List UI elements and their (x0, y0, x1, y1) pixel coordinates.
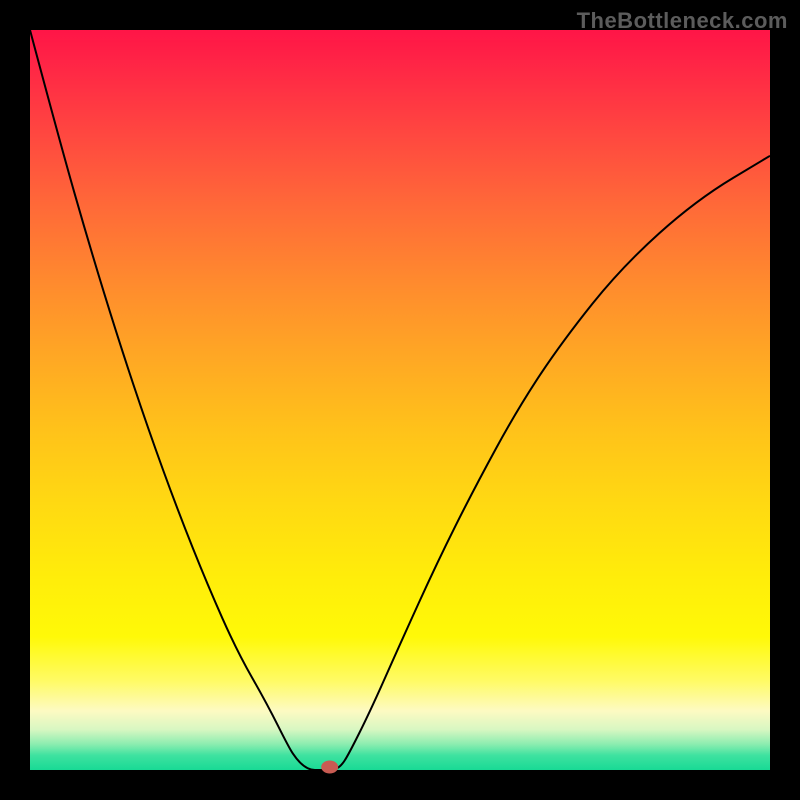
plot-area (30, 30, 770, 770)
marker-dot (322, 761, 338, 773)
plot-svg (30, 30, 770, 770)
bottleneck-curve (30, 30, 770, 770)
chart-frame: TheBottleneck.com (0, 0, 800, 800)
